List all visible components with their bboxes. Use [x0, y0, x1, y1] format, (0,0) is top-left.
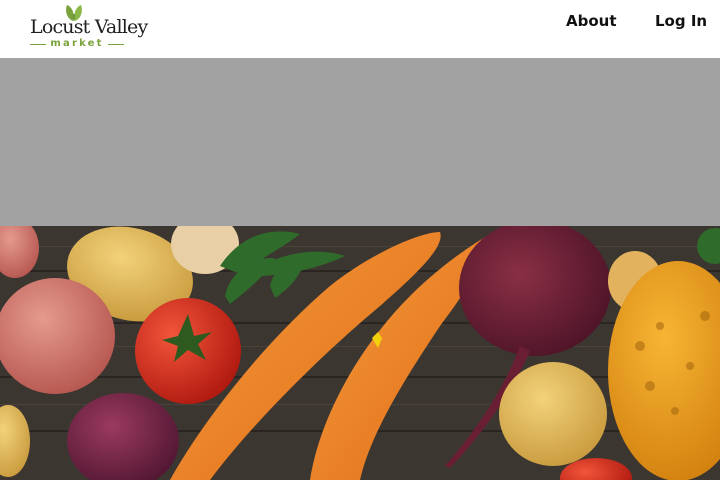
brand-name: Locust Valley	[30, 16, 148, 38]
tagline-rule-right	[108, 44, 124, 45]
nav-login-link[interactable]: Log In	[655, 11, 707, 31]
vegetables-illustration	[0, 226, 720, 480]
nav-about-link[interactable]: About	[566, 11, 617, 31]
site-header: Locust Valley market About Log In	[0, 0, 720, 58]
brand-logo[interactable]: Locust Valley market	[30, 4, 148, 52]
hero-image	[0, 226, 720, 480]
banner-placeholder	[0, 58, 720, 226]
brand-tagline-row: market	[30, 38, 124, 50]
